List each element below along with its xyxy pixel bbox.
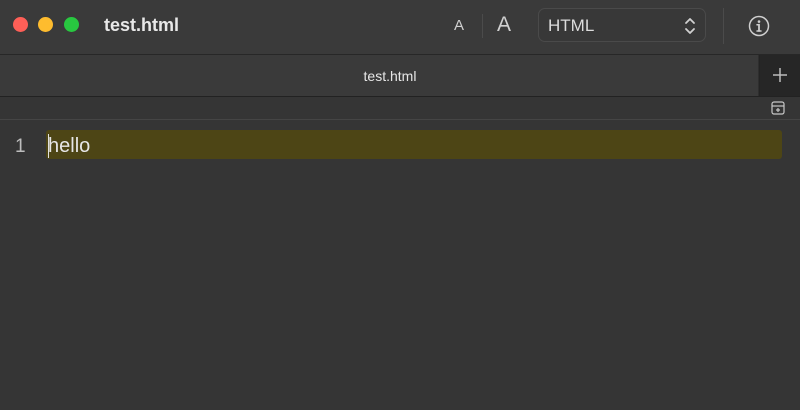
plus-icon [773,68,787,82]
language-select-value: HTML [548,16,595,35]
code-editor[interactable]: 1 hello [0,120,800,410]
code-line[interactable]: hello [48,135,90,157]
fold-toggle-icon[interactable] [771,101,785,115]
text-caret [48,134,49,158]
toolbar-divider [723,8,724,44]
language-select[interactable]: HTML [538,8,706,42]
editor-window: test.html A A HTML test.html 1 hello [0,0,800,410]
minimize-window-button[interactable] [38,17,53,32]
increase-font-size-button[interactable]: A [497,12,511,38]
tab-bar: test.html [0,54,800,96]
info-circle-icon[interactable] [748,15,770,37]
title-bar: test.html A A HTML [0,0,800,54]
editor-header-strip [0,96,800,120]
tab-test-html[interactable]: test.html [0,55,758,96]
new-tab-button[interactable] [759,55,800,96]
decrease-font-size-button[interactable]: A [454,17,464,35]
up-down-chevron-icon [685,18,695,34]
close-window-button[interactable] [13,17,28,32]
current-line-highlight [46,130,782,159]
window-title: test.html [104,15,180,35]
line-number: 1 [15,136,26,157]
maximize-window-button[interactable] [64,17,79,32]
font-size-divider [482,14,483,38]
tab-label: test.html [363,68,417,84]
